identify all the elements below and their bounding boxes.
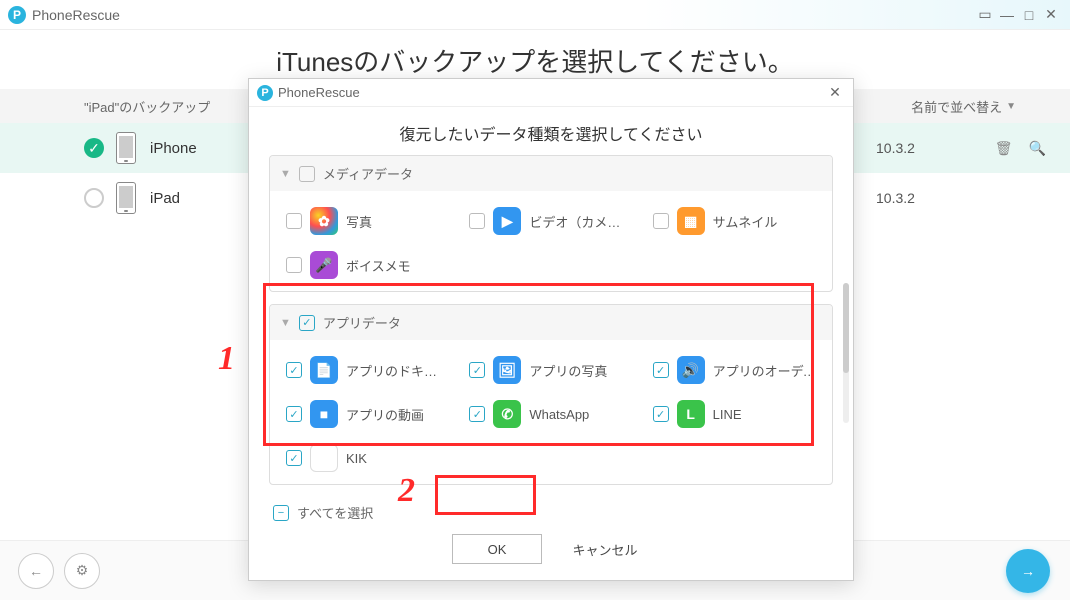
item-icon: L bbox=[677, 400, 705, 428]
modal-title: PhoneRescue bbox=[278, 85, 360, 100]
modal-scrollarea: ▼ メディアデータ ✿ 写真 ▶ ビデオ（カメラ） ▦ サムネイル 🎤 ボイスメモ ▼ ✓ アプリデータ… bbox=[249, 155, 853, 524]
backup-radio[interactable]: ✓ bbox=[84, 138, 104, 158]
modal-close-button[interactable]: ✕ bbox=[825, 84, 845, 101]
sort-label: 名前で並べ替え bbox=[911, 97, 1002, 116]
category-label: アプリデータ bbox=[323, 313, 401, 332]
item-label: サムネイル bbox=[713, 212, 816, 231]
item-label: アプリの写真 bbox=[529, 361, 632, 380]
back-button[interactable]: ← bbox=[18, 553, 54, 589]
item-checkbox[interactable]: ✓ bbox=[469, 362, 485, 378]
item-icon: ▶ bbox=[493, 207, 521, 235]
category-checkbox[interactable] bbox=[299, 166, 315, 182]
item-label: アプリのドキュメント bbox=[346, 361, 449, 380]
app-logo-icon: P bbox=[8, 6, 26, 24]
data-type-item[interactable]: ▦ サムネイル bbox=[643, 199, 826, 243]
page-title: iTunesのバックアップを選択してください。 bbox=[0, 42, 1070, 79]
backup-version: 10.3.2 bbox=[876, 140, 956, 156]
item-label: アプリの動画 bbox=[346, 405, 449, 424]
item-icon: ■ bbox=[310, 400, 338, 428]
item-label: KIK bbox=[346, 451, 449, 466]
item-checkbox[interactable]: ✓ bbox=[653, 362, 669, 378]
item-checkbox[interactable]: ✓ bbox=[469, 406, 485, 422]
item-label: ボイスメモ bbox=[346, 256, 449, 275]
item-checkbox[interactable]: ✓ bbox=[653, 406, 669, 422]
select-all-label: すべてを選択 bbox=[297, 503, 373, 522]
data-type-item[interactable]: ✿ 写真 bbox=[276, 199, 459, 243]
item-icon: 🔊 bbox=[677, 356, 705, 384]
item-icon: ▦ bbox=[677, 207, 705, 235]
item-label: ビデオ（カメラ） bbox=[529, 212, 632, 231]
item-icon: 🖼 bbox=[493, 356, 521, 384]
collapse-icon[interactable]: ▼ bbox=[280, 317, 291, 329]
annotation-number-1: 1 bbox=[218, 340, 235, 378]
modal-heading: 復元したいデータ種類を選択してください bbox=[249, 107, 853, 155]
select-all-checkbox[interactable]: − bbox=[273, 505, 289, 521]
item-icon: kik bbox=[310, 444, 338, 472]
item-icon: 📄 bbox=[310, 356, 338, 384]
backup-radio[interactable] bbox=[84, 188, 104, 208]
category-body: ✿ 写真 ▶ ビデオ（カメラ） ▦ サムネイル 🎤 ボイスメモ bbox=[270, 191, 832, 291]
category-label: メディアデータ bbox=[323, 164, 413, 183]
scrollbar-thumb[interactable] bbox=[843, 283, 849, 373]
category-body: ✓📄アプリのドキュメント✓🖼アプリの写真✓🔊アプリのオーディオ✓■アプリの動画✓… bbox=[270, 340, 832, 484]
device-icon bbox=[116, 132, 136, 164]
data-type-item[interactable]: ✓ 📄 アプリのドキュメント bbox=[276, 348, 459, 392]
window-close-button[interactable]: ✕ bbox=[1040, 6, 1062, 23]
category-header[interactable]: ▼ ✓ アプリデータ bbox=[270, 305, 832, 340]
data-type-item[interactable]: ✓ 🔊 アプリのオーディオ bbox=[643, 348, 826, 392]
item-checkbox[interactable] bbox=[286, 257, 302, 273]
item-label: LINE bbox=[713, 407, 816, 422]
inspect-backup-button[interactable]: 🔍 bbox=[1029, 140, 1046, 157]
item-checkbox[interactable] bbox=[469, 213, 485, 229]
data-type-item[interactable]: ✓ ■ アプリの動画 bbox=[276, 392, 459, 436]
backup-version: 10.3.2 bbox=[876, 190, 956, 206]
item-label: WhatsApp bbox=[529, 407, 632, 422]
delete-backup-button[interactable]: 🗑 bbox=[995, 140, 1013, 157]
data-type-item[interactable]: ▶ ビデオ（カメラ） bbox=[459, 199, 642, 243]
data-type-item[interactable]: ✓ kik KIK bbox=[276, 436, 459, 480]
item-checkbox[interactable]: ✓ bbox=[286, 406, 302, 422]
category-header[interactable]: ▼ メディアデータ bbox=[270, 156, 832, 191]
modal-logo-icon: P bbox=[257, 85, 273, 101]
data-type-item[interactable]: 🎤 ボイスメモ bbox=[276, 243, 459, 287]
category-checkbox[interactable]: ✓ bbox=[299, 315, 315, 331]
data-type-item[interactable]: ✓ ✆ WhatsApp bbox=[459, 392, 642, 436]
item-label: アプリのオーディオ bbox=[713, 361, 816, 380]
window-maximize-button[interactable]: □ bbox=[1018, 7, 1040, 23]
modal-buttons: OK キャンセル bbox=[249, 524, 853, 580]
category-section: ▼ メディアデータ ✿ 写真 ▶ ビデオ（カメラ） ▦ サムネイル 🎤 ボイスメモ bbox=[269, 155, 833, 292]
cancel-button[interactable]: キャンセル bbox=[560, 534, 650, 564]
item-checkbox[interactable] bbox=[653, 213, 669, 229]
item-icon: 🎤 bbox=[310, 251, 338, 279]
sort-caret-icon: ▼ bbox=[1006, 101, 1016, 112]
sort-control[interactable]: 名前で並べ替え ▼ bbox=[911, 97, 1016, 116]
item-label: 写真 bbox=[346, 212, 449, 231]
item-checkbox[interactable] bbox=[286, 213, 302, 229]
window-list-button[interactable]: ▭ bbox=[974, 6, 996, 23]
collapse-icon[interactable]: ▼ bbox=[280, 168, 291, 180]
modal-titlebar: P PhoneRescue ✕ bbox=[249, 79, 853, 107]
item-checkbox[interactable]: ✓ bbox=[286, 450, 302, 466]
ok-button[interactable]: OK bbox=[452, 534, 542, 564]
device-icon bbox=[116, 182, 136, 214]
next-button[interactable]: → bbox=[1006, 549, 1050, 593]
data-type-modal: P PhoneRescue ✕ 復元したいデータ種類を選択してください ▼ メディ… bbox=[248, 78, 854, 581]
item-icon: ✿ bbox=[310, 207, 338, 235]
app-name: PhoneRescue bbox=[32, 7, 120, 23]
titlebar: P PhoneRescue ▭ — □ ✕ bbox=[0, 0, 1070, 30]
data-type-item[interactable]: ✓ 🖼 アプリの写真 bbox=[459, 348, 642, 392]
item-icon: ✆ bbox=[493, 400, 521, 428]
settings-button[interactable]: ⚙ bbox=[64, 553, 100, 589]
window-minimize-button[interactable]: — bbox=[996, 7, 1018, 23]
data-type-item[interactable]: ✓ L LINE bbox=[643, 392, 826, 436]
category-section: ▼✓アプリデータ✓📄アプリのドキュメント✓🖼アプリの写真✓🔊アプリのオーディオ✓… bbox=[269, 304, 833, 485]
item-checkbox[interactable]: ✓ bbox=[286, 362, 302, 378]
